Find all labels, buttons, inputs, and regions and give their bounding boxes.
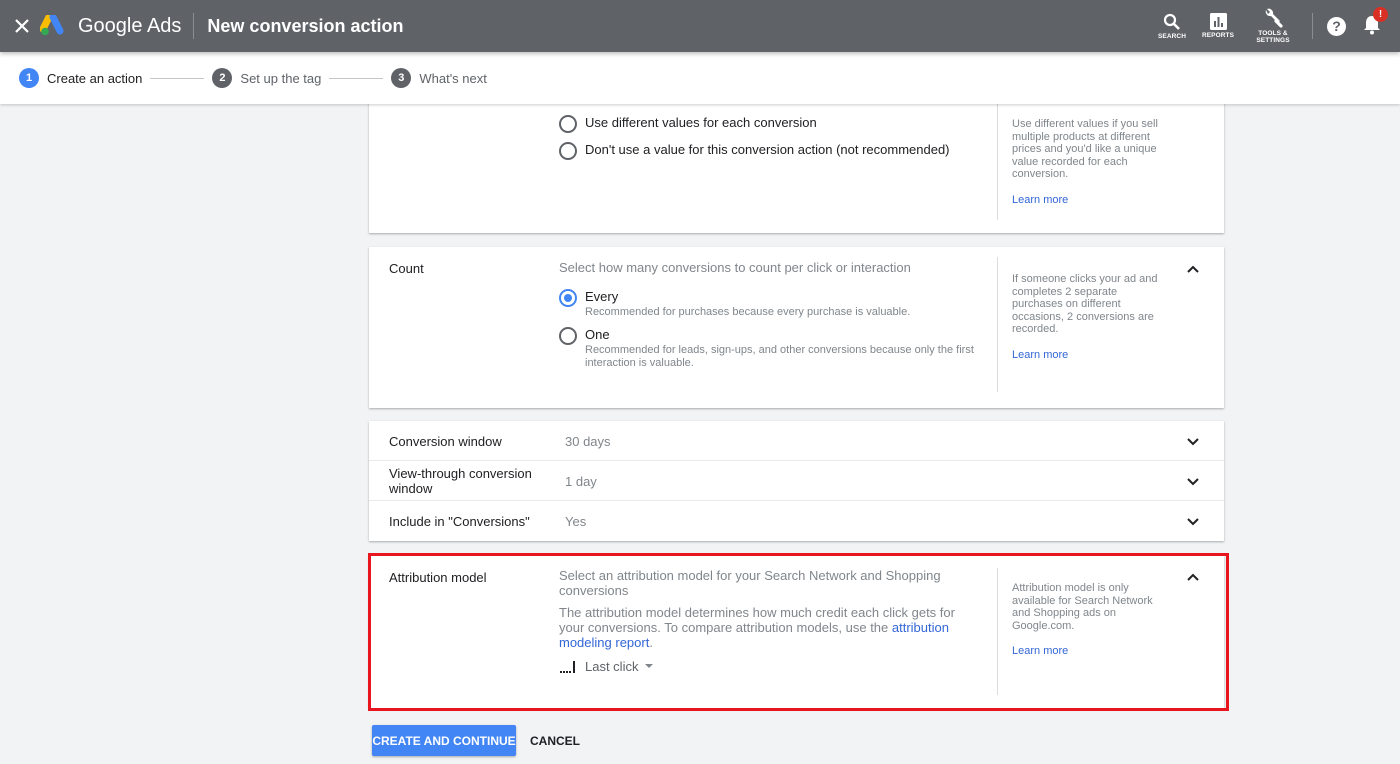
help-text: If someone clicks your ad and completes … <box>1012 273 1158 336</box>
tools-label-line1: TOOLS & <box>1258 30 1288 37</box>
help-text: Use different values if you sell multipl… <box>1012 118 1158 181</box>
setting-row-conversion-window[interactable]: Conversion window 30 days <box>369 421 1224 461</box>
learn-more-link[interactable]: Learn more <box>1012 349 1167 362</box>
close-button[interactable] <box>11 15 33 37</box>
radio-button[interactable] <box>559 327 577 345</box>
step-number: 2 <box>212 68 233 88</box>
setting-row-include-in-conversions[interactable]: Include in "Conversions" Yes <box>369 501 1224 541</box>
reports-icon <box>1209 13 1227 30</box>
header-divider-right <box>1312 13 1313 39</box>
google-ads-logo-icon <box>39 13 66 37</box>
cancel-button[interactable]: CANCEL <box>522 725 588 756</box>
radio-button[interactable] <box>559 142 577 160</box>
chevron-up-icon[interactable] <box>1185 570 1201 586</box>
page-title: New conversion action <box>207 15 404 36</box>
attribution-prompt: Select an attribution model for your Sea… <box>559 568 941 598</box>
option-label: Don't use a value for this conversion ac… <box>585 142 950 157</box>
option-description: Recommended for purchases because every … <box>585 306 911 318</box>
value-option-none[interactable]: Don't use a value for this conversion ac… <box>559 142 979 160</box>
count-option-one[interactable]: One Recommended for leads, sign-ups, and… <box>559 327 979 370</box>
create-and-continue-button[interactable]: CREATE AND CONTINUE <box>372 725 516 756</box>
value-help-panel: Use different values if you sell multipl… <box>997 104 1167 220</box>
count-label: Count <box>389 261 424 276</box>
setting-value: 1 day <box>565 474 597 489</box>
search-icon <box>1163 13 1180 30</box>
search-label: SEARCH <box>1157 32 1187 40</box>
step-label: Set up the tag <box>240 70 322 86</box>
notifications-button[interactable]: ! <box>1363 7 1388 37</box>
notification-badge: ! <box>1373 7 1388 22</box>
count-prompt: Select how many conversions to count per… <box>559 260 911 275</box>
step-create-action[interactable]: 1 Create an action <box>19 68 142 88</box>
description-suffix: . <box>649 635 653 650</box>
option-description: Recommended for leads, sign-ups, and oth… <box>585 344 974 369</box>
setting-label: View-through conversion window <box>389 466 532 496</box>
close-icon <box>15 19 29 33</box>
reports-label: REPORTS <box>1201 32 1235 39</box>
chevron-down-icon[interactable] <box>1185 473 1201 489</box>
learn-more-link[interactable]: Learn more <box>1012 194 1167 207</box>
product-name: Google Ads <box>78 14 182 37</box>
attribution-model-icon <box>560 661 575 673</box>
chevron-down-icon[interactable] <box>1185 513 1201 529</box>
value-option-different[interactable]: Use different values for each conversion <box>559 115 979 133</box>
radio-button[interactable] <box>559 289 577 307</box>
setting-label: Include in "Conversions" <box>389 514 530 529</box>
count-help-panel: If someone clicks your ad and completes … <box>997 257 1167 392</box>
count-option-every[interactable]: Every Recommended for purchases because … <box>559 289 979 319</box>
attribution-model-dropdown[interactable]: Last click <box>559 658 979 674</box>
attribution-label: Attribution model <box>389 570 487 585</box>
radio-button[interactable] <box>559 115 577 133</box>
step-set-up-tag[interactable]: 2 Set up the tag <box>212 68 321 88</box>
help-icon[interactable]: ? <box>1327 16 1346 36</box>
setting-value: 30 days <box>565 434 611 449</box>
attribution-description: The attribution model determines how muc… <box>559 605 979 650</box>
step-label: Create an action <box>47 70 143 86</box>
step-connector <box>150 77 205 79</box>
setting-row-view-through-window[interactable]: View-through conversion window 1 day <box>369 461 1224 501</box>
tools-settings-button[interactable]: TOOLS & SETTINGS <box>1248 8 1298 44</box>
setting-label: Conversion window <box>389 434 502 449</box>
stepper: 1 Create an action 2 Set up the tag 3 Wh… <box>0 52 1400 104</box>
step-connector <box>329 77 384 79</box>
header-divider <box>193 13 195 39</box>
attribution-help-panel: Attribution model is only available for … <box>997 568 1167 695</box>
wrench-icon <box>1265 8 1283 28</box>
learn-more-link[interactable]: Learn more <box>1012 645 1167 658</box>
chevron-up-icon[interactable] <box>1185 262 1201 278</box>
selected-model: Last click <box>585 658 639 674</box>
step-label: What's next <box>419 70 487 86</box>
step-whats-next[interactable]: 3 What's next <box>391 68 487 88</box>
step-number: 3 <box>391 68 412 88</box>
dropdown-arrow-icon <box>645 664 654 668</box>
step-number: 1 <box>19 68 39 88</box>
count-card: Count Select how many conversions to cou… <box>369 247 1224 408</box>
attribution-card: Attribution model Select an attribution … <box>369 556 1224 708</box>
option-label: Every <box>585 289 619 304</box>
help-text: Attribution model is only available for … <box>1012 582 1153 632</box>
option-label: One <box>585 327 610 342</box>
top-app-bar: Google Ads New conversion action SEARCH … <box>0 0 1400 52</box>
tools-label-line2: SETTINGS <box>1256 37 1290 44</box>
reports-button[interactable]: REPORTS <box>1196 13 1240 39</box>
settings-card: Conversion window 30 days View-through c… <box>369 421 1224 541</box>
setting-value: Yes <box>565 514 587 529</box>
chevron-down-icon[interactable] <box>1185 433 1201 449</box>
search-button[interactable]: SEARCH <box>1150 13 1194 40</box>
option-label: Use different values for each conversion <box>585 115 817 130</box>
tools-label: TOOLS & SETTINGS <box>1256 30 1289 44</box>
